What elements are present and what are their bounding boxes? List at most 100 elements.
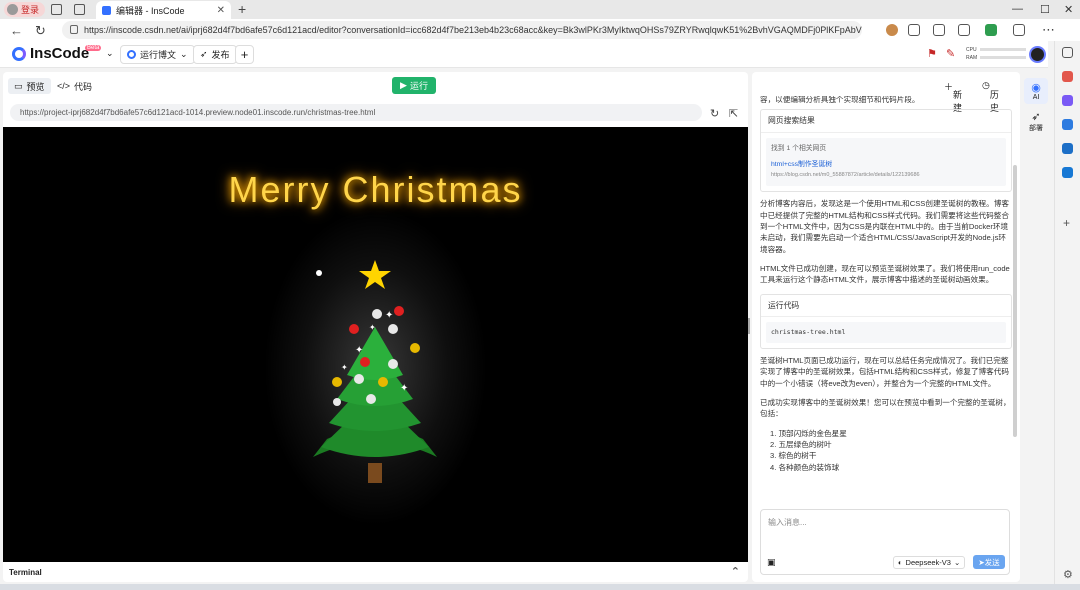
rocket-icon: ➶ — [200, 49, 208, 59]
terminal-bar[interactable]: Terminal ⌃ — [3, 562, 748, 582]
new-tab-button[interactable]: + — [238, 1, 246, 17]
beta-badge: Beta — [85, 45, 102, 51]
ornament-red — [394, 306, 404, 316]
user-avatar[interactable] — [1029, 46, 1046, 63]
history-button[interactable]: ◷ 历史 — [982, 80, 999, 113]
inscode-logo[interactable]: InsCode — [12, 45, 89, 62]
minimize-icon[interactable]: — — [1012, 3, 1023, 15]
ornament-gold — [378, 377, 388, 387]
tab-code-label: 代码 — [74, 81, 93, 92]
chat-scrollbar[interactable] — [1013, 165, 1017, 437]
ram-label: RAM — [966, 55, 978, 61]
list-item: 2. 五层绿色的树叶 — [770, 439, 832, 449]
logo-dropdown-icon[interactable]: ⌄ — [106, 48, 114, 59]
ornament-gold — [332, 377, 342, 387]
browser-tab-bar: 登录 编辑器 - InsCode ✕ + — ☐ ✕ — [0, 0, 1080, 19]
ornament-silver — [366, 394, 376, 404]
publish-label: 发布 — [211, 50, 230, 60]
open-external-icon[interactable]: ⇱ — [729, 107, 738, 120]
sidebar-item-deploy[interactable]: ➶ 部署 — [1024, 110, 1048, 133]
sidebar-item-ai[interactable]: ◉ AI — [1024, 78, 1048, 104]
ornament-silver — [333, 398, 341, 406]
code-icon: </> — [57, 81, 71, 91]
chat-panel: ＋ 新建 ◷ 历史 容，以便编辑分析具独个实现细节和代码片段。 网页搜索结果 找… — [752, 72, 1020, 582]
close-tab-icon[interactable]: ✕ — [217, 5, 225, 16]
favorites-icon[interactable] — [958, 24, 970, 36]
assistant-message: 圣诞树HTML页面已成功运行，现在可以总结任务完成情况了。我们已完整实现了博客中… — [760, 356, 1009, 388]
assistant-message: HTML文件已成功创建，现在可以预览圣诞树效果了。我们将使用run_code工具… — [760, 263, 1010, 285]
deploy-icon: ➶ — [1031, 111, 1041, 123]
ornament-silver — [388, 324, 398, 334]
reload-icon[interactable]: ↻ — [35, 23, 46, 39]
search-icon[interactable] — [1062, 47, 1073, 58]
refresh-preview-icon[interactable]: ↻ — [710, 107, 719, 120]
preview-url-bar[interactable]: https://project-iprj682d4f7bd6afe57c6d12… — [10, 104, 702, 121]
run-card-file: christmas-tree.html — [766, 321, 1006, 344]
settings-gear-icon[interactable]: ⚙ — [1063, 568, 1073, 581]
chevron-up-icon[interactable]: ⌃ — [731, 565, 740, 578]
tab-title: 编辑器 - InsCode — [116, 5, 185, 16]
tab-code[interactable]: </> 代码 — [51, 78, 98, 94]
terminal-label: Terminal — [9, 568, 42, 577]
cookie-extension-icon[interactable] — [886, 24, 898, 36]
split-screen-icon[interactable] — [933, 24, 945, 36]
avatar-icon — [7, 4, 18, 15]
address-input[interactable]: https://inscode.csdn.net/ai/iprj682d4f7b… — [62, 21, 862, 39]
feature-list: 1. 顶部闪烁的金色星星 2. 五层绿色的树叶 3. 棕色的树干 4. 各种颜色… — [770, 428, 1012, 473]
copilot-icon[interactable] — [1062, 119, 1073, 130]
search-found-text: 找到 1 个相关网页 — [771, 144, 827, 152]
ornament-gold — [410, 343, 420, 353]
app-sidebar: ◉ AI ➶ 部署 — [1024, 72, 1048, 582]
shopping-icon[interactable] — [1062, 71, 1073, 82]
notification-icon[interactable]: ⚑ — [927, 47, 937, 60]
sparkle: ✦ — [400, 383, 408, 394]
add-sidebar-icon[interactable]: + — [1063, 216, 1070, 230]
preview-canvas: Merry Christmas ✦ ✦ ✦ ✦ ✦ — [3, 127, 748, 562]
more-menu-icon[interactable]: ⋯ — [1042, 22, 1055, 38]
browser-tab-active[interactable]: 编辑器 - InsCode ✕ — [96, 1, 231, 19]
url-text: https://inscode.csdn.net/ai/iprj682d4f7b… — [84, 25, 862, 35]
snow-particle — [316, 270, 322, 276]
extension-icon[interactable] — [908, 24, 920, 36]
panel-resize-handle[interactable] — [748, 318, 750, 334]
outlook-icon[interactable] — [1062, 143, 1073, 154]
christmas-tree-svg: ✦ ✦ ✦ ✦ ✦ — [313, 260, 437, 483]
search-result-link[interactable]: html+css制作圣诞树 — [771, 159, 1001, 170]
bug-report-icon[interactable]: ✎ — [946, 47, 955, 60]
vpn-extension-icon[interactable] — [985, 24, 997, 36]
workspaces-icon[interactable] — [51, 4, 62, 15]
publish-button[interactable]: ➶ 发布 — [193, 45, 237, 64]
back-icon[interactable]: ← — [10, 23, 23, 38]
tab-preview-label: 预览 — [26, 81, 45, 92]
model-select[interactable]: ◐ Deepseek-V3 ⌄ — [893, 556, 966, 569]
maximize-icon[interactable]: ☐ — [1040, 3, 1050, 16]
new-chat-button[interactable]: ＋ 新建 — [944, 80, 962, 113]
run-button[interactable]: ▶ 运行 — [392, 77, 436, 94]
tab-preview[interactable]: ▭ 预览 — [8, 78, 51, 94]
project-dropdown[interactable]: 运行博文 ⌄ — [120, 45, 195, 64]
search-result-url: https://blog.csdn.net/m0_55887872/articl… — [771, 172, 920, 179]
send-to-icon[interactable] — [1062, 167, 1073, 178]
monitor-icon: ▭ — [14, 80, 23, 91]
project-icon — [127, 50, 136, 59]
assistant-message: 已成功实现博客中的圣诞树效果！您可以在预览中看到一个完整的圣诞树，包括： — [760, 398, 1011, 419]
send-label: 发送 — [984, 557, 1000, 567]
profile-button[interactable]: 登录 — [4, 2, 46, 17]
cpu-bar — [979, 48, 1026, 52]
tab-actions-icon[interactable] — [74, 4, 85, 15]
robot-icon: ◉ — [1031, 82, 1041, 94]
image-upload-icon[interactable]: ▣ — [767, 557, 776, 568]
send-button[interactable]: ➤ 发送 — [973, 555, 1005, 569]
ornament-red — [349, 324, 359, 334]
tools-icon[interactable] — [1062, 95, 1073, 106]
favicon-icon — [102, 5, 111, 15]
ornament-silver — [354, 374, 364, 384]
address-bar-row: ← ↻ https://inscode.csdn.net/ai/iprj682d… — [0, 19, 1080, 41]
close-window-icon[interactable]: ✕ — [1064, 3, 1073, 16]
list-item: 1. 顶部闪烁的金色星星 — [770, 428, 847, 438]
chat-input[interactable]: 输入消息... ▣ ◐ Deepseek-V3 ⌄ ➤ 发送 — [760, 509, 1010, 575]
assistant-message: 分析博客内容后，发现这是一个使用HTML和CSS创建圣诞树的教程。博客中已经提供… — [760, 199, 1009, 254]
lock-icon — [70, 25, 78, 34]
collections-icon[interactable] — [1013, 24, 1025, 36]
add-button[interactable]: + — [235, 45, 254, 64]
